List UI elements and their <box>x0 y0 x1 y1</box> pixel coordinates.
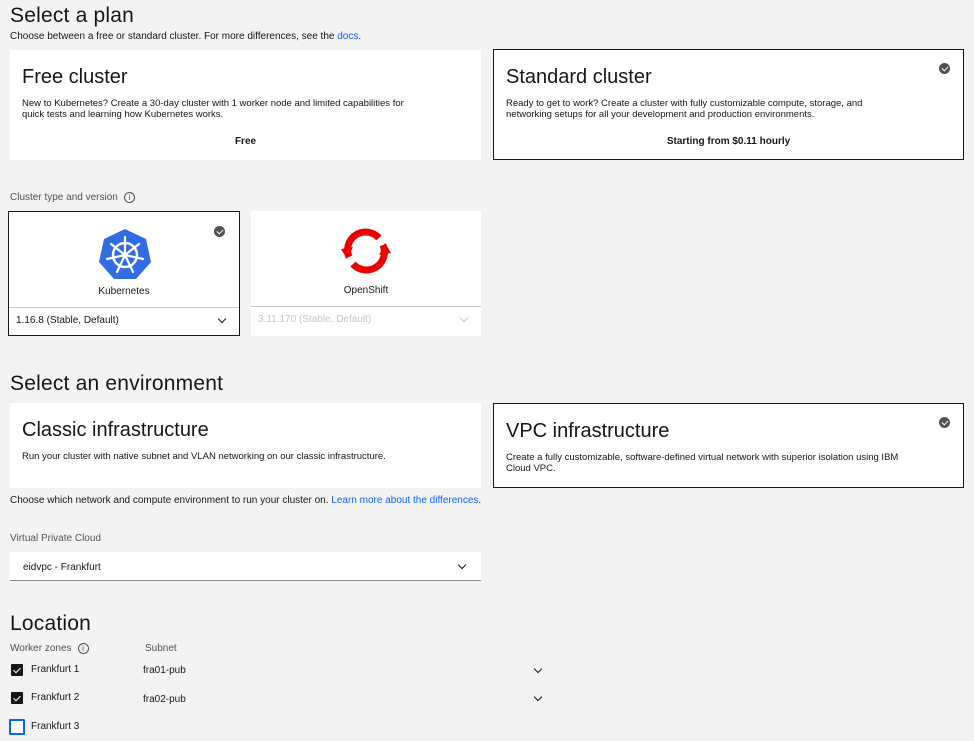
vpc-infrastructure-title: VPC infrastructure <box>506 420 670 442</box>
kubernetes-version-select[interactable]: 1.16.8 (Stable, Default) <box>16 314 229 326</box>
free-cluster-tile[interactable]: Free cluster New to Kubernetes? Create a… <box>10 50 481 160</box>
chevron-down-icon <box>457 560 467 570</box>
chevron-down-icon[interactable] <box>533 664 543 674</box>
kubernetes-label: Kubernetes <box>98 286 150 297</box>
zone-label: Frankfurt 2 <box>31 692 80 703</box>
standard-cluster-price: Starting from $0.11 hourly <box>666 136 791 147</box>
learn-more-link[interactable]: Learn more about the differences <box>331 495 478 506</box>
plan-heading: Select a plan <box>10 4 135 27</box>
zone-checkbox-frankfurt-2[interactable] <box>11 692 23 704</box>
openshift-tile[interactable]: OpenShift 3.11.170 (Stable, Default) <box>251 211 481 336</box>
docs-link[interactable]: docs <box>337 31 358 42</box>
divider <box>9 307 239 308</box>
chevron-down-icon <box>217 314 227 324</box>
environment-help-text: Choose which network and compute environ… <box>10 495 482 506</box>
free-cluster-description: New to Kubernetes? Create a 30-day clust… <box>22 98 404 120</box>
subnet-select-frankfurt-1[interactable]: fra01-pub <box>143 665 186 676</box>
free-cluster-price: Free <box>234 136 257 147</box>
classic-infrastructure-title: Classic infrastructure <box>22 419 209 441</box>
checkmark-filled-icon <box>214 226 225 237</box>
standard-cluster-tile[interactable]: Standard cluster Ready to get to work? C… <box>493 49 964 160</box>
kubernetes-logo-icon <box>99 229 151 279</box>
checkmark-filled-icon <box>939 63 950 74</box>
classic-infrastructure-description: Run your cluster with native subnet and … <box>22 451 386 462</box>
subnet-header: Subnet <box>145 643 177 654</box>
divider <box>251 306 481 307</box>
free-cluster-title: Free cluster <box>22 66 128 88</box>
cluster-type-label: Cluster type and version i <box>10 192 135 203</box>
checkmark-filled-icon <box>939 417 950 428</box>
openshift-label: OpenShift <box>343 285 389 296</box>
openshift-logo-icon <box>341 228 391 274</box>
openshift-version-select[interactable]: 3.11.170 (Stable, Default) <box>258 313 471 325</box>
standard-cluster-description: Ready to get to work? Create a cluster w… <box>506 98 863 120</box>
chevron-down-icon[interactable] <box>533 692 543 702</box>
chevron-down-icon <box>459 313 469 323</box>
zone-label: Frankfurt 3 <box>31 721 80 732</box>
environment-heading: Select an environment <box>10 372 224 395</box>
subnet-select-frankfurt-2[interactable]: fra02-pub <box>143 694 186 705</box>
worker-zones-header: Worker zones i <box>10 643 89 654</box>
vpc-dropdown[interactable]: eidvpc - Frankfurt <box>10 552 481 581</box>
zone-label: Frankfurt 1 <box>31 664 80 675</box>
vpc-infrastructure-description: Create a fully customizable, software-de… <box>506 452 899 474</box>
kubernetes-tile[interactable]: Kubernetes 1.16.8 (Stable, Default) <box>8 211 240 336</box>
information-icon[interactable]: i <box>77 643 89 654</box>
standard-cluster-title: Standard cluster <box>506 66 652 88</box>
zone-checkbox-frankfurt-3[interactable] <box>9 719 25 735</box>
vpc-infrastructure-tile[interactable]: VPC infrastructure Create a fully custom… <box>493 403 964 488</box>
classic-infrastructure-tile[interactable]: Classic infrastructure Run your cluster … <box>10 403 481 488</box>
information-icon[interactable]: i <box>123 192 135 203</box>
vpc-dropdown-value: eidvpc - Frankfurt <box>23 562 101 573</box>
zone-checkbox-frankfurt-1[interactable] <box>11 664 23 676</box>
vpc-label: Virtual Private Cloud <box>10 533 101 544</box>
plan-subtitle: Choose between a free or standard cluste… <box>10 31 362 42</box>
location-heading: Location <box>10 612 91 635</box>
